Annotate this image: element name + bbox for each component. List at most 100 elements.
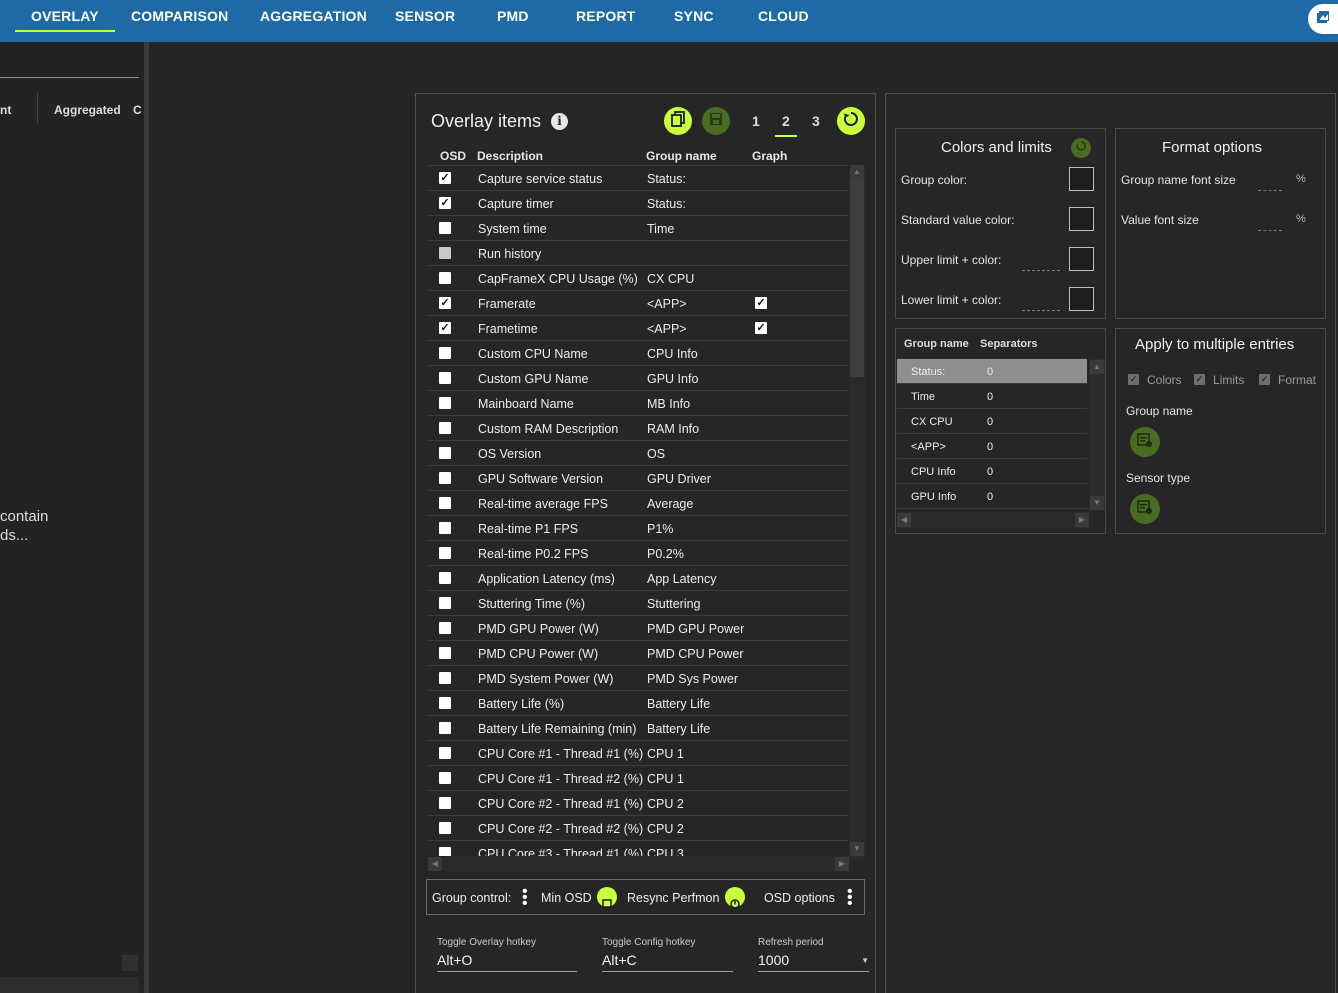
screenshot-button[interactable]: [1308, 4, 1338, 34]
separator-count[interactable]: 0: [987, 466, 993, 478]
osd-checkbox[interactable]: [439, 347, 451, 359]
row-group-name[interactable]: <APP>: [647, 297, 687, 311]
page-tab-1[interactable]: 1: [752, 113, 760, 129]
osd-checkbox[interactable]: [439, 397, 451, 409]
table-row[interactable]: ✓ Frametime <APP> ✓: [428, 316, 848, 341]
row-group-name[interactable]: App Latency: [647, 572, 717, 586]
vertical-scrollbar[interactable]: ▲ ▼: [849, 165, 865, 859]
table-row[interactable]: Real-time P1 FPS P1%: [428, 516, 848, 541]
row-group-name[interactable]: Status:: [647, 172, 686, 186]
table-row[interactable]: ✓ Capture timer Status:: [428, 191, 848, 216]
row-group-name[interactable]: CPU 1: [647, 772, 684, 786]
osd-checkbox[interactable]: [439, 672, 451, 684]
separator-count[interactable]: 0: [987, 416, 993, 428]
row-group-name[interactable]: CPU Info: [647, 347, 698, 361]
osd-checkbox[interactable]: [439, 272, 451, 284]
row-group-name[interactable]: Status:: [647, 197, 686, 211]
separator-row[interactable]: <APP> 0: [897, 434, 1087, 459]
group-font-size-input[interactable]: [1258, 190, 1282, 191]
table-row[interactable]: Custom GPU Name GPU Info: [428, 366, 848, 391]
table-row[interactable]: CapFrameX CPU Usage (%) CX CPU: [428, 266, 848, 291]
separator-count[interactable]: 0: [987, 391, 993, 403]
row-group-name[interactable]: Average: [647, 497, 693, 511]
separators-vscroll[interactable]: ▲ ▼: [1089, 359, 1105, 510]
table-row[interactable]: Real-time P0.2 FPS P0.2%: [428, 541, 848, 566]
osd-checkbox[interactable]: [439, 622, 451, 634]
osd-checkbox[interactable]: ✓: [439, 297, 451, 309]
table-row[interactable]: CPU Core #3 - Thread #1 (%) CPU 3: [428, 841, 848, 856]
osd-checkbox[interactable]: [439, 472, 451, 484]
table-row[interactable]: GPU Software Version GPU Driver: [428, 466, 848, 491]
standard-color-swatch[interactable]: [1069, 207, 1094, 231]
osd-checkbox[interactable]: [439, 722, 451, 734]
osd-checkbox[interactable]: [439, 597, 451, 609]
osd-checkbox[interactable]: ✓: [439, 322, 451, 334]
refresh-period-select[interactable]: 1000 ▼: [758, 952, 869, 972]
left-bottom-bar[interactable]: [0, 977, 139, 993]
row-group-name[interactable]: P1%: [647, 522, 673, 536]
tab-overlay[interactable]: OVERLAY: [15, 0, 115, 42]
row-group-name[interactable]: CPU 2: [647, 797, 684, 811]
table-row[interactable]: Run history: [428, 241, 848, 266]
row-group-name[interactable]: Stuttering: [647, 597, 701, 611]
config-hotkey-field[interactable]: Toggle Config hotkey Alt+C: [602, 937, 733, 972]
separator-row[interactable]: Time 0: [897, 384, 1087, 409]
horizontal-scrollbar[interactable]: ◀ ▶: [428, 857, 849, 871]
table-row[interactable]: Real-time average FPS Average: [428, 491, 848, 516]
overlay-hotkey-input[interactable]: Alt+O: [437, 952, 577, 972]
graph-checkbox[interactable]: ✓: [755, 297, 767, 309]
left-column-header-3[interactable]: C: [133, 103, 142, 117]
row-group-name[interactable]: RAM Info: [647, 422, 699, 436]
tab-sensor[interactable]: SENSOR: [395, 0, 455, 42]
upper-limit-color-swatch[interactable]: [1069, 247, 1094, 271]
refresh-period-field[interactable]: Refresh period 1000 ▼: [758, 937, 869, 972]
table-row[interactable]: System time Time: [428, 216, 848, 241]
tab-cloud[interactable]: CLOUD: [758, 0, 809, 42]
table-row[interactable]: CPU Core #1 - Thread #2 (%) CPU 1: [428, 766, 848, 791]
colors-checkbox[interactable]: ✓: [1128, 374, 1139, 385]
scroll-right-arrow[interactable]: ▶: [835, 857, 849, 871]
scroll-left-arrow[interactable]: ◀: [897, 513, 911, 527]
row-group-name[interactable]: PMD Sys Power: [647, 672, 738, 686]
osd-checkbox[interactable]: [439, 222, 451, 234]
left-column-header-aggregated[interactable]: Aggregated: [54, 103, 121, 117]
scroll-down-arrow[interactable]: ▼: [1090, 496, 1104, 510]
info-icon[interactable]: i: [551, 113, 568, 130]
config-hotkey-input[interactable]: Alt+C: [602, 952, 733, 972]
osd-checkbox[interactable]: ✓: [439, 172, 451, 184]
table-row[interactable]: Custom CPU Name CPU Info: [428, 341, 848, 366]
reset-button[interactable]: [837, 107, 865, 135]
separator-count[interactable]: 0: [987, 491, 993, 503]
copy-button[interactable]: [664, 107, 692, 135]
row-group-name[interactable]: GPU Driver: [647, 472, 711, 486]
col-group-name[interactable]: Group name: [646, 149, 717, 163]
osd-checkbox[interactable]: [439, 497, 451, 509]
graph-checkbox[interactable]: ✓: [755, 322, 767, 334]
colors-reset-button[interactable]: [1071, 138, 1091, 158]
tab-comparison[interactable]: COMPARISON: [131, 0, 228, 42]
separator-row[interactable]: GPU Info 0: [897, 484, 1087, 509]
col-separators[interactable]: Separators: [980, 338, 1037, 350]
table-row[interactable]: PMD System Power (W) PMD Sys Power: [428, 666, 848, 691]
osd-checkbox[interactable]: [439, 572, 451, 584]
group-color-swatch[interactable]: [1069, 167, 1094, 191]
osd-checkbox[interactable]: ✓: [439, 197, 451, 209]
table-row[interactable]: PMD GPU Power (W) PMD GPU Power: [428, 616, 848, 641]
table-row[interactable]: CPU Core #2 - Thread #2 (%) CPU 2: [428, 816, 848, 841]
row-group-name[interactable]: CPU 1: [647, 747, 684, 761]
table-row[interactable]: Custom RAM Description RAM Info: [428, 416, 848, 441]
row-group-name[interactable]: MB Info: [647, 397, 690, 411]
osd-checkbox[interactable]: [439, 522, 451, 534]
osd-checkbox[interactable]: [439, 422, 451, 434]
osd-checkbox[interactable]: [439, 822, 451, 834]
table-row[interactable]: Mainboard Name MB Info: [428, 391, 848, 416]
min-osd-button[interactable]: [597, 887, 617, 909]
table-row[interactable]: OS Version OS: [428, 441, 848, 466]
overlay-hotkey-field[interactable]: Toggle Overlay hotkey Alt+O: [437, 937, 577, 972]
row-group-name[interactable]: PMD CPU Power: [647, 647, 744, 661]
separator-row[interactable]: CX CPU 0: [897, 409, 1087, 434]
row-group-name[interactable]: GPU Info: [647, 372, 698, 386]
scroll-up-arrow[interactable]: ▲: [850, 165, 864, 179]
apply-sensor-type-button[interactable]: [1130, 494, 1160, 524]
table-row[interactable]: ✓ Capture service status Status:: [428, 166, 848, 191]
